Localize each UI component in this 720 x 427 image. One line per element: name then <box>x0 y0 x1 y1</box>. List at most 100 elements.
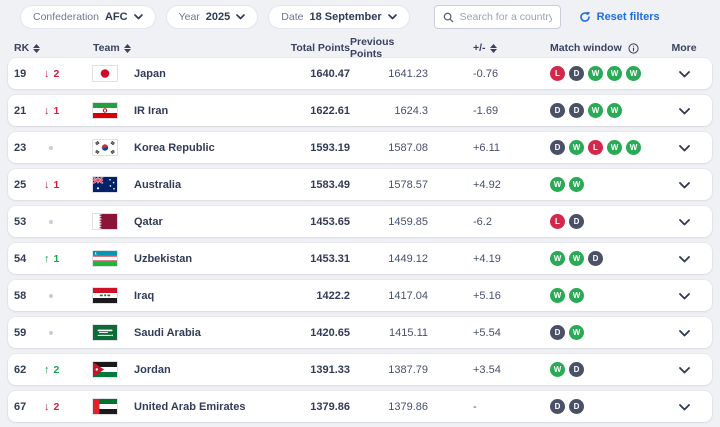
total-points: 1622.61 <box>250 105 350 117</box>
match-window-results: DW <box>506 325 662 340</box>
table-row[interactable]: 19 ↓2 Japan 1640.47 1641.23 -0.76 LDWWW <box>8 58 712 89</box>
total-points: 1453.31 <box>250 253 350 265</box>
previous-points: 1415.11 <box>350 327 428 339</box>
info-icon[interactable] <box>628 43 639 54</box>
expand-row-button[interactable] <box>677 101 692 120</box>
result-badge-win: W <box>550 362 565 377</box>
match-window-results: WWD <box>506 251 662 266</box>
team-name: IR Iran <box>126 105 250 117</box>
previous-points: 1624.3 <box>350 105 428 117</box>
confederation-filter-label: Confederation <box>33 11 99 23</box>
expand-row-button[interactable] <box>677 138 692 157</box>
column-header-diff[interactable]: +/- <box>428 42 506 54</box>
match-window-results: DWLWW <box>506 140 662 155</box>
rank-value: 23 <box>14 142 44 154</box>
rank-value: 25 <box>14 179 44 191</box>
points-diff: +5.54 <box>428 327 506 339</box>
team-flag-iq <box>92 287 118 304</box>
result-badge-draw: D <box>550 325 565 340</box>
team-name: Qatar <box>126 216 250 228</box>
team-flag-sa <box>92 324 118 341</box>
expand-row-button[interactable] <box>677 64 692 83</box>
result-badge-draw: D <box>569 399 584 414</box>
table-row[interactable]: 54 ↑1 Uzbekistan 1453.31 1449.12 +4.19 W… <box>8 243 712 274</box>
team-name: Iraq <box>126 290 250 302</box>
previous-points: 1449.12 <box>350 253 428 265</box>
result-badge-win: W <box>607 140 622 155</box>
total-points: 1583.49 <box>250 179 350 191</box>
table-row[interactable]: 67 ↓2 United Arab Emirates 1379.86 1379.… <box>8 391 712 422</box>
team-flag-qa <box>92 213 118 230</box>
team-name: Saudi Arabia <box>126 327 250 339</box>
expand-row-button[interactable] <box>677 212 692 231</box>
no-change-dot <box>49 220 53 224</box>
table-row[interactable]: 53 Qatar 1453.65 1459.85 -6.2 LD <box>8 206 712 237</box>
sort-icon <box>33 44 40 53</box>
search-input[interactable] <box>460 11 552 23</box>
total-points: 1420.65 <box>250 327 350 339</box>
result-badge-win: W <box>626 66 641 81</box>
previous-points: 1578.57 <box>350 179 428 191</box>
expand-row-button[interactable] <box>677 286 692 305</box>
table-row[interactable]: 58 Iraq 1422.2 1417.04 +5.16 WW <box>8 280 712 311</box>
year-filter[interactable]: Year 2025 <box>166 5 259 29</box>
rank-change <box>44 146 82 150</box>
expand-row-button[interactable] <box>677 249 692 268</box>
table-row[interactable]: 62 ↑2 Jordan 1391.33 1387.79 +3.54 WD <box>8 354 712 385</box>
chevron-down-icon <box>134 11 143 23</box>
expand-row-button[interactable] <box>677 360 692 379</box>
table-row[interactable]: 21 ↓1 IR Iran 1622.61 1624.3 -1.69 DDWW <box>8 95 712 126</box>
confederation-filter[interactable]: Confederation AFC <box>20 5 156 29</box>
total-points: 1640.47 <box>250 68 350 80</box>
total-points: 1422.2 <box>250 290 350 302</box>
expand-row-button[interactable] <box>677 397 692 416</box>
search-box[interactable] <box>434 5 561 29</box>
no-change-dot <box>49 331 53 335</box>
reset-icon <box>579 11 591 23</box>
team-name: Uzbekistan <box>126 253 250 265</box>
confederation-filter-value: AFC <box>105 11 128 23</box>
rank-change-value: 1 <box>54 253 60 265</box>
team-flag-ae <box>92 398 118 415</box>
result-badge-loss: L <box>550 214 565 229</box>
team-flag-jo <box>92 361 118 378</box>
result-badge-win: W <box>626 140 641 155</box>
column-label-rk: RK <box>14 42 29 54</box>
table-row[interactable]: 59 Saudi Arabia 1420.65 1415.11 +5.54 DW <box>8 317 712 348</box>
previous-points: 1587.08 <box>350 142 428 154</box>
rank-value: 21 <box>14 105 44 117</box>
team-name: Australia <box>126 179 250 191</box>
reset-filters-button[interactable]: Reset filters <box>579 11 660 23</box>
rank-up-arrow: ↑ <box>44 253 50 265</box>
points-diff: +3.54 <box>428 364 506 376</box>
chevron-down-icon <box>679 103 690 118</box>
previous-points: 1379.86 <box>350 401 428 413</box>
total-points: 1379.86 <box>250 401 350 413</box>
previous-points: 1387.79 <box>350 364 428 376</box>
chevron-down-icon <box>236 11 245 23</box>
expand-row-button[interactable] <box>677 175 692 194</box>
column-header-rk[interactable]: RK <box>14 42 44 54</box>
rank-change: ↑2 <box>44 364 82 376</box>
rank-change <box>44 220 82 224</box>
result-badge-win: W <box>607 103 622 118</box>
result-badge-win: W <box>569 251 584 266</box>
rank-value: 53 <box>14 216 44 228</box>
result-badge-draw: D <box>550 103 565 118</box>
table-row[interactable]: 23 Korea Republic 1593.19 1587.08 +6.11 … <box>8 132 712 163</box>
team-name: United Arab Emirates <box>126 401 250 413</box>
table-row[interactable]: 25 ↓1 Australia 1583.49 1578.57 +4.92 WW <box>8 169 712 200</box>
table-header: RK Team Total Points Previous Points +/-… <box>8 36 712 54</box>
rank-change-value: 1 <box>54 105 60 117</box>
chevron-down-icon <box>679 140 690 155</box>
date-filter[interactable]: Date 18 September <box>268 5 409 29</box>
match-window-results: DDWW <box>506 103 662 118</box>
column-label-total-points: Total Points <box>291 42 350 54</box>
column-header-team[interactable]: Team <box>82 42 250 54</box>
points-diff: -1.69 <box>428 105 506 117</box>
column-header-total-points: Total Points <box>250 42 350 54</box>
column-label-previous-points: Previous Points <box>350 36 428 60</box>
expand-row-button[interactable] <box>677 323 692 342</box>
rank-value: 59 <box>14 327 44 339</box>
year-filter-label: Year <box>179 11 200 23</box>
